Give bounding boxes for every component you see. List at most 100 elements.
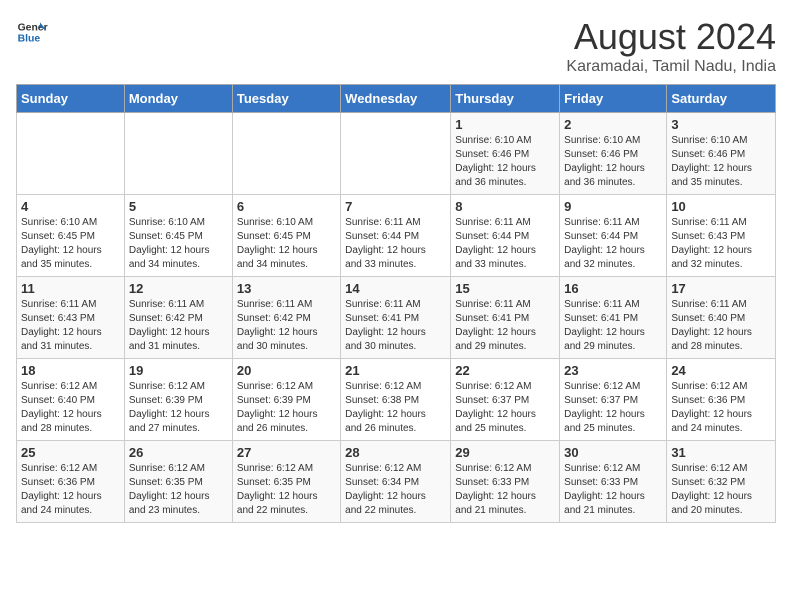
logo-icon: General Blue (16, 16, 48, 48)
calendar-week-1: 1 Sunrise: 6:10 AM Sunset: 6:46 PM Daylig… (17, 113, 776, 195)
day-number: 31 (671, 445, 771, 460)
day-detail: Sunrise: 6:11 AM Sunset: 6:41 PM Dayligh… (455, 298, 555, 354)
day-detail: Sunrise: 6:12 AM Sunset: 6:34 PM Dayligh… (345, 462, 446, 518)
calendar-table: SundayMondayTuesdayWednesdayThursdayFrid… (16, 84, 776, 523)
day-number: 3 (671, 117, 771, 132)
header-tuesday: Tuesday (232, 85, 340, 113)
calendar-cell: 28 Sunrise: 6:12 AM Sunset: 6:34 PM Dayli… (341, 441, 451, 523)
header: General Blue August 2024 Karamadai, Tami… (16, 16, 776, 76)
calendar-cell: 14 Sunrise: 6:11 AM Sunset: 6:41 PM Dayli… (341, 277, 451, 359)
logo: General Blue (16, 16, 48, 48)
calendar-cell: 2 Sunrise: 6:10 AM Sunset: 6:46 PM Daylig… (560, 113, 667, 195)
day-detail: Sunrise: 6:10 AM Sunset: 6:46 PM Dayligh… (564, 134, 662, 190)
day-detail: Sunrise: 6:12 AM Sunset: 6:40 PM Dayligh… (21, 380, 120, 436)
calendar-cell: 5Sunrise: 6:10 AM Sunset: 6:45 PM Daylig… (124, 195, 232, 277)
calendar-header-row: SundayMondayTuesdayWednesdayThursdayFrid… (17, 85, 776, 113)
calendar-cell: 4 Sunrise: 6:10 AM Sunset: 6:45 PM Daylig… (17, 195, 125, 277)
calendar-cell: 18Sunrise: 6:12 AM Sunset: 6:40 PM Dayli… (17, 359, 125, 441)
day-detail: Sunrise: 6:12 AM Sunset: 6:36 PM Dayligh… (671, 380, 771, 436)
calendar-cell: 12Sunrise: 6:11 AM Sunset: 6:42 PM Dayli… (124, 277, 232, 359)
day-number: 26 (129, 445, 228, 460)
day-number: 12 (129, 281, 228, 296)
day-detail: Sunrise: 6:11 AM Sunset: 6:43 PM Dayligh… (21, 298, 120, 354)
day-detail: Sunrise: 6:11 AM Sunset: 6:44 PM Dayligh… (455, 216, 555, 272)
page-title: August 2024 (566, 16, 776, 58)
day-number: 17 (671, 281, 771, 296)
calendar-cell (124, 113, 232, 195)
day-detail: Sunrise: 6:11 AM Sunset: 6:43 PM Dayligh… (671, 216, 771, 272)
calendar-cell (232, 113, 340, 195)
calendar-cell: 15 Sunrise: 6:11 AM Sunset: 6:41 PM Dayli… (451, 277, 560, 359)
day-number: 20 (237, 363, 336, 378)
day-detail: Sunrise: 6:11 AM Sunset: 6:42 PM Dayligh… (237, 298, 336, 354)
day-detail: Sunrise: 6:12 AM Sunset: 6:35 PM Dayligh… (237, 462, 336, 518)
day-detail: Sunrise: 6:11 AM Sunset: 6:40 PM Dayligh… (671, 298, 771, 354)
header-thursday: Thursday (451, 85, 560, 113)
day-number: 8 (455, 199, 555, 214)
calendar-cell: 11 Sunrise: 6:11 AM Sunset: 6:43 PM Dayli… (17, 277, 125, 359)
day-detail: Sunrise: 6:10 AM Sunset: 6:46 PM Dayligh… (455, 134, 555, 190)
day-detail: Sunrise: 6:12 AM Sunset: 6:33 PM Dayligh… (455, 462, 555, 518)
day-number: 1 (455, 117, 555, 132)
day-detail: Sunrise: 6:12 AM Sunset: 6:37 PM Dayligh… (455, 380, 555, 436)
calendar-cell: 9 Sunrise: 6:11 AM Sunset: 6:44 PM Daylig… (560, 195, 667, 277)
calendar-cell: 6Sunrise: 6:10 AM Sunset: 6:45 PM Daylig… (232, 195, 340, 277)
day-number: 22 (455, 363, 555, 378)
header-monday: Monday (124, 85, 232, 113)
day-detail: Sunrise: 6:12 AM Sunset: 6:35 PM Dayligh… (129, 462, 228, 518)
title-block: August 2024 Karamadai, Tamil Nadu, India (566, 16, 776, 76)
day-detail: Sunrise: 6:11 AM Sunset: 6:41 PM Dayligh… (345, 298, 446, 354)
calendar-cell: 22 Sunrise: 6:12 AM Sunset: 6:37 PM Dayli… (451, 359, 560, 441)
day-detail: Sunrise: 6:10 AM Sunset: 6:46 PM Dayligh… (671, 134, 771, 190)
svg-text:Blue: Blue (18, 34, 41, 45)
day-detail: Sunrise: 6:11 AM Sunset: 6:44 PM Dayligh… (345, 216, 446, 272)
day-number: 28 (345, 445, 446, 460)
day-number: 11 (21, 281, 120, 296)
day-number: 9 (564, 199, 662, 214)
day-number: 7 (345, 199, 446, 214)
calendar-cell: 27 Sunrise: 6:12 AM Sunset: 6:35 PM Dayli… (232, 441, 340, 523)
calendar-cell: 24Sunrise: 6:12 AM Sunset: 6:36 PM Dayli… (667, 359, 776, 441)
header-sunday: Sunday (17, 85, 125, 113)
day-number: 25 (21, 445, 120, 460)
day-detail: Sunrise: 6:12 AM Sunset: 6:32 PM Dayligh… (671, 462, 771, 518)
calendar-cell (341, 113, 451, 195)
header-saturday: Saturday (667, 85, 776, 113)
day-number: 21 (345, 363, 446, 378)
calendar-cell: 16Sunrise: 6:11 AM Sunset: 6:41 PM Dayli… (560, 277, 667, 359)
calendar-week-3: 11 Sunrise: 6:11 AM Sunset: 6:43 PM Dayli… (17, 277, 776, 359)
calendar-cell: 23 Sunrise: 6:12 AM Sunset: 6:37 PM Dayli… (560, 359, 667, 441)
day-number: 29 (455, 445, 555, 460)
header-friday: Friday (560, 85, 667, 113)
day-number: 6 (237, 199, 336, 214)
calendar-cell: 1 Sunrise: 6:10 AM Sunset: 6:46 PM Daylig… (451, 113, 560, 195)
day-detail: Sunrise: 6:12 AM Sunset: 6:37 PM Dayligh… (564, 380, 662, 436)
day-detail: Sunrise: 6:11 AM Sunset: 6:44 PM Dayligh… (564, 216, 662, 272)
calendar-cell: 21 Sunrise: 6:12 AM Sunset: 6:38 PM Dayli… (341, 359, 451, 441)
calendar-cell: 13 Sunrise: 6:11 AM Sunset: 6:42 PM Dayli… (232, 277, 340, 359)
day-number: 4 (21, 199, 120, 214)
calendar-cell: 10Sunrise: 6:11 AM Sunset: 6:43 PM Dayli… (667, 195, 776, 277)
day-detail: Sunrise: 6:12 AM Sunset: 6:33 PM Dayligh… (564, 462, 662, 518)
day-number: 2 (564, 117, 662, 132)
day-detail: Sunrise: 6:12 AM Sunset: 6:39 PM Dayligh… (129, 380, 228, 436)
day-detail: Sunrise: 6:10 AM Sunset: 6:45 PM Dayligh… (21, 216, 120, 272)
day-number: 19 (129, 363, 228, 378)
day-number: 27 (237, 445, 336, 460)
day-detail: Sunrise: 6:12 AM Sunset: 6:38 PM Dayligh… (345, 380, 446, 436)
day-number: 14 (345, 281, 446, 296)
day-number: 13 (237, 281, 336, 296)
day-detail: Sunrise: 6:12 AM Sunset: 6:36 PM Dayligh… (21, 462, 120, 518)
calendar-cell: 30 Sunrise: 6:12 AM Sunset: 6:33 PM Dayli… (560, 441, 667, 523)
header-wednesday: Wednesday (341, 85, 451, 113)
calendar-cell: 17 Sunrise: 6:11 AM Sunset: 6:40 PM Dayli… (667, 277, 776, 359)
day-number: 23 (564, 363, 662, 378)
day-detail: Sunrise: 6:11 AM Sunset: 6:41 PM Dayligh… (564, 298, 662, 354)
day-number: 30 (564, 445, 662, 460)
calendar-cell: 25 Sunrise: 6:12 AM Sunset: 6:36 PM Dayli… (17, 441, 125, 523)
day-number: 15 (455, 281, 555, 296)
calendar-cell: 7 Sunrise: 6:11 AM Sunset: 6:44 PM Daylig… (341, 195, 451, 277)
day-detail: Sunrise: 6:12 AM Sunset: 6:39 PM Dayligh… (237, 380, 336, 436)
calendar-cell: 26 Sunrise: 6:12 AM Sunset: 6:35 PM Dayli… (124, 441, 232, 523)
calendar-week-5: 25 Sunrise: 6:12 AM Sunset: 6:36 PM Dayli… (17, 441, 776, 523)
